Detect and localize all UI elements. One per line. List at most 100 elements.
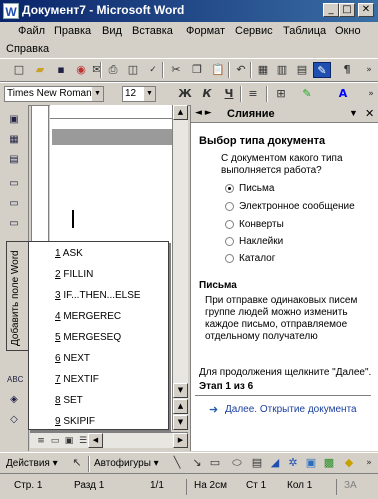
insert-word-field-tab[interactable]: Добавить поле Word xyxy=(6,241,28,351)
radio-labels[interactable] xyxy=(225,237,234,246)
paste-icon[interactable]: 📋 xyxy=(209,62,227,78)
radio-envelopes[interactable] xyxy=(225,220,234,229)
scroll-up-icon[interactable]: ▲ xyxy=(173,105,188,120)
radio-directory[interactable] xyxy=(225,254,234,263)
textbox-icon[interactable]: ▤ xyxy=(248,455,266,471)
scroll-down-icon[interactable]: ▼ xyxy=(173,383,188,398)
clipart-icon[interactable]: ▣ xyxy=(302,455,320,471)
menu-item-set[interactable]: 8 SET xyxy=(55,395,83,406)
menu-insert[interactable]: Вставка xyxy=(132,25,173,37)
prev-page-icon[interactable]: ▲ xyxy=(173,399,188,414)
option-directory[interactable]: Каталог xyxy=(239,253,275,264)
find-entry-icon[interactable]: ◈ xyxy=(7,393,21,407)
minimize-button[interactable]: _ xyxy=(323,3,339,17)
menu-item-mergerec[interactable]: 4 MERGEREC xyxy=(55,311,121,322)
scroll-left-icon[interactable]: ◀ xyxy=(88,433,103,448)
horizontal-scrollbar[interactable]: ≡ ▭ ▣ ☰ ◀ ▶ xyxy=(30,432,188,448)
select-objects-icon[interactable]: ↖ xyxy=(68,455,86,471)
vertical-scrollbar[interactable]: ▲ ▼ ▲ ▼ xyxy=(172,105,188,430)
spelling-icon[interactable]: ✓ xyxy=(144,62,162,78)
menu-item-if-then-else[interactable]: 3 IF...THEN...ELSE xyxy=(55,290,141,301)
menu-edit[interactable]: Правка xyxy=(54,25,91,37)
open-icon[interactable]: ▰ xyxy=(31,62,49,78)
wordart-icon[interactable]: ◢ xyxy=(266,455,284,471)
save-icon[interactable]: ▪ xyxy=(52,62,70,78)
undo-icon[interactable]: ↶ xyxy=(232,62,250,78)
menu-item-ask[interactable]: 1 ASK xyxy=(55,248,83,259)
menu-item-mergeseq[interactable]: 5 MERGESEQ xyxy=(55,332,121,343)
word-app-icon[interactable]: W xyxy=(3,3,19,19)
menu-table[interactable]: Таблица xyxy=(283,25,326,37)
option-letters[interactable]: Письма xyxy=(239,183,274,194)
menu-window[interactable]: Окно xyxy=(335,25,361,37)
copy-icon[interactable]: ❐ xyxy=(188,62,206,78)
close-button[interactable]: ✕ xyxy=(358,3,374,17)
menu-help[interactable]: Справка xyxy=(6,43,49,55)
print-icon[interactable]: ⎙ xyxy=(104,62,122,78)
menu-item-nextif[interactable]: 7 NEXTIF xyxy=(55,374,99,385)
picture-icon[interactable]: ▩ xyxy=(320,455,338,471)
mail-merge-icon[interactable]: ▣ xyxy=(7,113,21,127)
menu-view[interactable]: Вид xyxy=(102,25,122,37)
show-hide-icon[interactable]: ¶ xyxy=(338,62,356,78)
menu-item-fillin[interactable]: 2 FILLIN xyxy=(55,269,93,280)
greeting-icon[interactable]: ▭ xyxy=(7,197,21,211)
menu-item-skipif[interactable]: 9 SKIPIF xyxy=(55,416,95,427)
italic-button[interactable]: К xyxy=(198,86,216,102)
arrow-icon[interactable]: ↘ xyxy=(188,455,206,471)
rectangle-icon[interactable]: ▭ xyxy=(206,455,224,471)
option-email[interactable]: Электронное сообщение xyxy=(239,201,355,212)
toolbar-options-icon[interactable]: » xyxy=(360,455,378,471)
next-page-icon[interactable]: ▼ xyxy=(173,415,188,430)
chevron-down-icon[interactable]: ▼ xyxy=(349,108,358,118)
next-step-link[interactable]: Далее. Открытие документа xyxy=(225,404,357,415)
toolbar-options-icon[interactable]: » xyxy=(360,62,378,78)
menu-tools[interactable]: Сервис xyxy=(235,25,273,37)
new-icon[interactable]: □ xyxy=(10,62,28,78)
data-source-icon[interactable]: ▦ xyxy=(7,133,21,147)
underline-button[interactable]: Ч xyxy=(220,86,238,102)
abc-icon[interactable]: ABC xyxy=(7,373,23,387)
close-icon[interactable]: ✕ xyxy=(365,107,374,120)
status-bar: Стр. 1 Разд 1 1/1 На 2см Ст 1 Кол 1 ЗА xyxy=(0,476,378,499)
print-preview-icon[interactable]: ◫ xyxy=(124,62,142,78)
arrow-right-icon[interactable]: ➜ xyxy=(209,403,218,416)
back-icon[interactable]: ◄ ► xyxy=(195,108,212,118)
cut-icon[interactable]: ✂ xyxy=(167,62,185,78)
draw-actions-menu[interactable]: Действия ▾ xyxy=(6,458,58,469)
bold-button[interactable]: Ж xyxy=(176,86,194,102)
diagram-icon[interactable]: ✲ xyxy=(284,455,302,471)
option-labels[interactable]: Наклейки xyxy=(239,236,283,247)
docmap-icon[interactable]: ▤ xyxy=(293,62,311,78)
menu-file[interactable]: Файл xyxy=(18,25,45,37)
radio-letters[interactable] xyxy=(225,184,234,193)
radio-email[interactable] xyxy=(225,202,234,211)
status-mode[interactable]: ЗА xyxy=(344,480,357,491)
maximize-button[interactable]: □ xyxy=(339,3,355,17)
check-errors-icon[interactable]: ◇ xyxy=(7,413,21,427)
chevron-down-icon[interactable]: ▼ xyxy=(92,87,103,101)
oval-icon[interactable]: ⬭ xyxy=(228,455,246,471)
menu-format[interactable]: Формат xyxy=(186,25,225,37)
scroll-right-icon[interactable]: ▶ xyxy=(173,433,188,448)
line-icon[interactable]: ╲ xyxy=(168,455,186,471)
item-label: FILLIN xyxy=(63,269,94,280)
menu-item-next[interactable]: 6 NEXT xyxy=(55,353,90,364)
toolbar-options-icon[interactable]: » xyxy=(362,86,378,102)
align-center-icon[interactable]: ≡ xyxy=(244,86,262,102)
columns-icon[interactable]: ▥ xyxy=(273,62,291,78)
recipients-icon[interactable]: ▤ xyxy=(7,153,21,167)
table-icon[interactable]: ▦ xyxy=(254,62,272,78)
font-color-icon[interactable]: A xyxy=(334,86,352,102)
font-name-combo[interactable]: Times New Roman ▼ xyxy=(4,86,104,102)
highlight-icon[interactable]: ✎ xyxy=(298,86,316,102)
insert-field-icon[interactable]: ▭ xyxy=(7,217,21,231)
fill-color-icon[interactable]: ◆ xyxy=(340,455,358,471)
border-icon[interactable]: ⊞ xyxy=(272,86,290,102)
font-size-combo[interactable]: 12 ▼ xyxy=(122,86,156,102)
address-block-icon[interactable]: ▭ xyxy=(7,177,21,191)
drawing-toggle-icon[interactable]: ✎ xyxy=(313,62,331,78)
autoshapes-menu[interactable]: Автофигуры ▾ xyxy=(94,458,159,469)
chevron-down-icon[interactable]: ▼ xyxy=(144,87,155,101)
option-envelopes[interactable]: Конверты xyxy=(239,219,284,230)
